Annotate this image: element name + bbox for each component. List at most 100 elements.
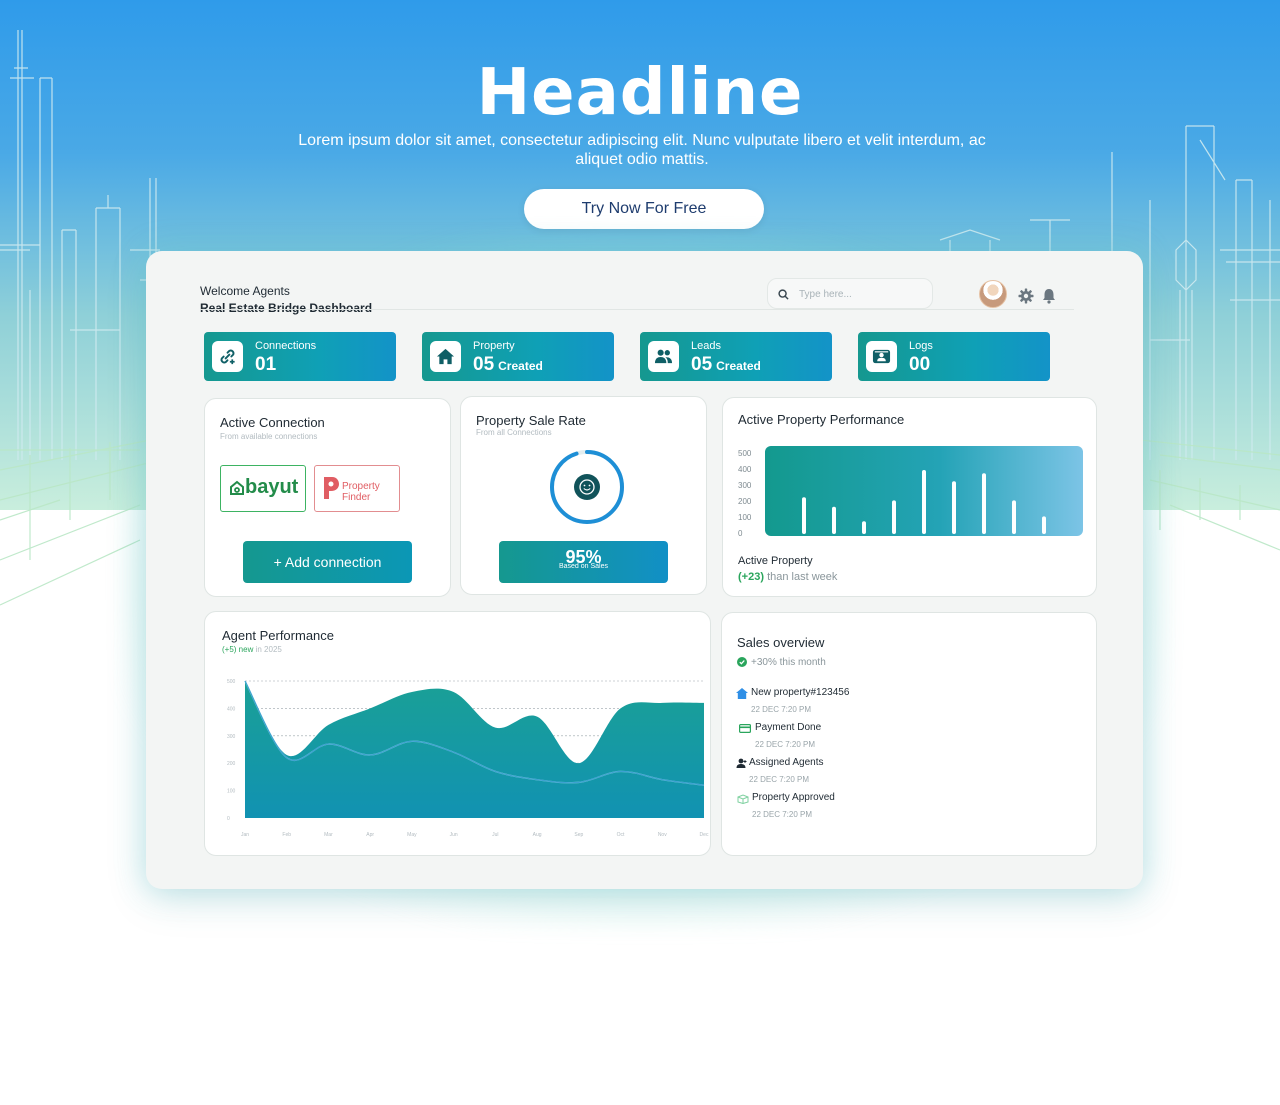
home-icon [436,348,455,365]
bar [982,473,986,534]
welcome-text: Welcome Agents [200,284,290,298]
sales-item-label: Payment Done [755,722,822,733]
bayut-logo[interactable]: bayut [220,465,306,512]
y-tick-label: 100 [227,789,236,795]
card-subtitle: From all Connections [476,428,552,437]
box-icon [737,794,749,804]
stat-value: 00 [909,354,931,375]
x-tick-label: Sep [574,832,583,838]
y-tick-label: 0 [227,816,230,822]
home-icon [736,688,748,699]
dashboard-title: Real Estate Bridge Dashboard [200,301,373,315]
search-placeholder: Type here... [799,289,852,300]
y-tick-label: 300 [738,481,752,490]
property-performance-card: Active Property Performance 0 100 200 300 40… [722,397,1097,597]
sale-rate-card: Property Sale Rate From all Connections … [460,396,707,595]
hero-headline: Headline [476,56,804,130]
bayut-wordmark: bayut [245,476,299,498]
y-tick-label: 500 [227,679,236,685]
smile-icon [574,474,600,500]
users-icon [654,349,673,364]
x-tick-label: Dec [700,832,709,838]
x-tick-label: Nov [658,832,667,838]
agent-change-text: in 2025 [255,645,282,654]
y-tick-label: 400 [227,706,236,712]
bar [952,481,956,534]
card-title: Sales overview [737,635,825,650]
bar [1012,500,1016,534]
stat-card-connections[interactable]: Connections 01 [204,332,396,381]
sales-item-time: 22 DEC 7:20 PM [749,775,810,784]
property-finder-logo[interactable]: Property Finder [314,465,400,512]
stat-card-property[interactable]: Property 05 Created [422,332,614,381]
stat-label: Connections [255,340,317,352]
add-connection-button[interactable]: + Add connection [243,541,412,583]
stat-value: 05 [473,354,495,375]
x-tick-label: Jul [492,832,498,838]
hero-subtitle: Lorem ipsum dolor sit amet, consectetur … [298,132,986,168]
x-tick-label: Jun [450,832,458,838]
gear-icon[interactable] [1018,288,1034,304]
agent-change: (+5) new [222,645,254,654]
stat-card-logs[interactable]: Logs 00 [858,332,1050,381]
sales-item-time: 22 DEC 7:20 PM [751,705,812,714]
bar [802,497,806,534]
y-tick-label: 200 [738,497,752,506]
bell-icon[interactable] [1042,288,1056,304]
active-property-change-text: than last week [767,571,838,583]
bar [922,470,926,534]
stat-label: Logs [909,340,933,352]
card-title: Agent Performance [222,628,335,643]
stat-suffix: Created [498,359,543,373]
header-divider [200,309,1074,310]
y-tick-label: 100 [738,513,752,522]
sale-rate-badge: 95% Based on Sales [499,541,668,583]
sale-rate-ring [550,450,624,524]
dashboard-panel: Welcome Agents Real Estate Bridge Dashbo… [146,251,1143,889]
x-tick-label: Apr [366,832,374,838]
sales-item-label: New property#123456 [751,687,850,698]
agent-performance-card: Agent Performance (+5) new in 2025 0 100 2… [204,611,711,856]
sales-overview-card: Sales overview +30% this month New prope… [721,612,1097,856]
stat-label: Property [473,340,515,352]
stat-label: Leads [691,340,721,352]
sales-item-time: 22 DEC 7:20 PM [752,810,813,819]
card-icon [739,724,751,733]
x-tick-label: Feb [282,832,291,838]
y-tick-label: 500 [738,449,752,458]
bar-chart [765,446,1083,536]
bar [892,500,896,534]
stat-card-leads[interactable]: Leads 05 Created [640,332,832,381]
bar [862,521,866,534]
search-input[interactable]: Type here... [767,278,933,309]
y-tick-label: 0 [738,529,743,538]
x-tick-label: May [407,832,417,838]
x-tick-label: Mar [324,832,333,838]
stat-suffix: Created [716,359,761,373]
card-subtitle: From available connections [220,432,318,441]
x-tick-label: Aug [533,832,542,838]
bar [1042,516,1046,534]
x-tick-label: Oct [617,832,625,838]
sale-rate-caption: Based on Sales [558,563,609,570]
id-card-icon [872,349,891,364]
bayut-mark-icon [230,480,244,495]
try-now-button[interactable]: Try Now For Free [524,189,764,229]
y-tick-label: 400 [738,465,752,474]
card-title: Active Property Performance [738,412,905,427]
sales-item-time: 22 DEC 7:20 PM [755,740,816,749]
active-property-change: (+23) [738,571,764,583]
area-chart: 0 100 200 300 400 500 Jan Feb Mar Apr May Jun Jul Aug… [227,679,709,838]
card-title: Active Connection [220,415,325,430]
property-finder-mark-icon [324,477,339,499]
stat-value: 05 [691,354,713,375]
sales-change: +30% this month [751,657,826,668]
search-icon [778,289,789,300]
sales-item-label: Property Approved [752,792,835,803]
user-icon [736,758,747,768]
card-title: Property Sale Rate [476,413,586,428]
avatar[interactable] [979,280,1007,308]
bar [832,506,836,534]
sales-item-label: Assigned Agents [749,757,824,768]
active-connection-card: Active Connection From available connect… [204,398,451,597]
